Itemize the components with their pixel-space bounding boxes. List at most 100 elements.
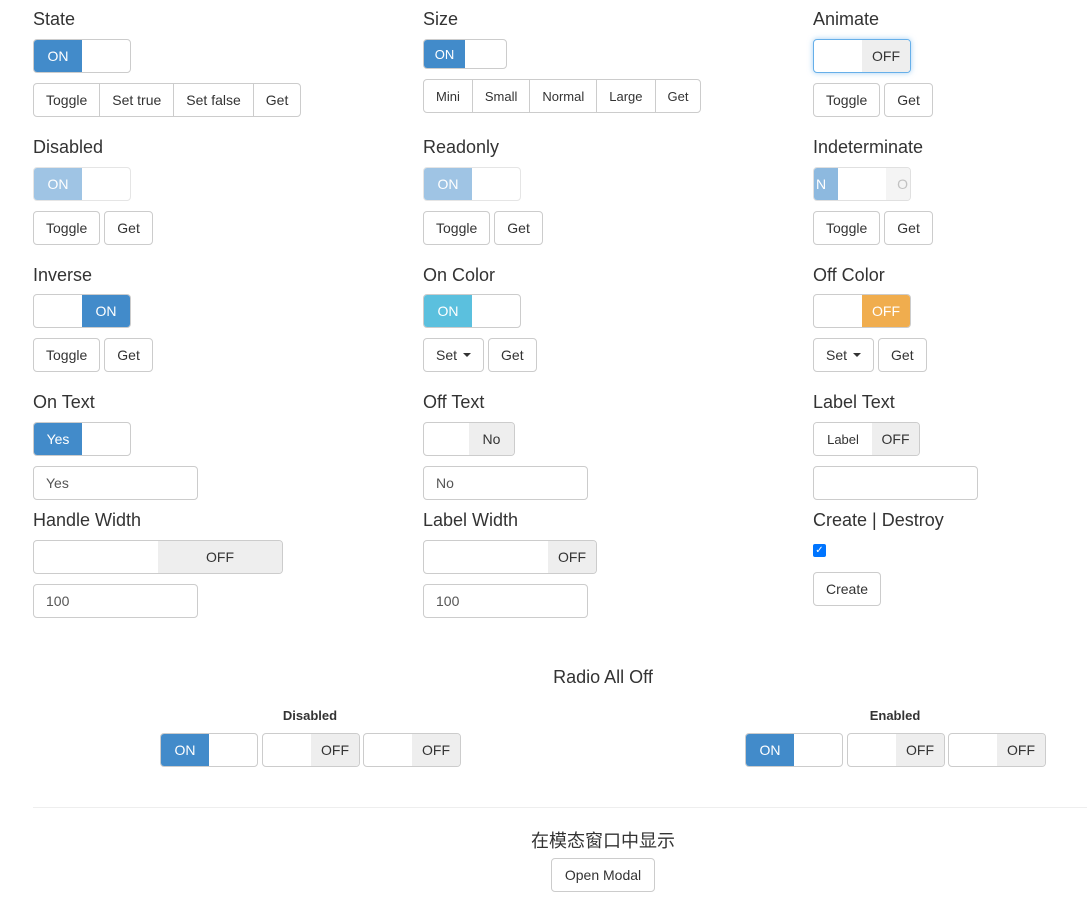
switch-handle — [949, 734, 997, 766]
switch-handle — [472, 168, 520, 200]
radio-enabled-switch-3[interactable]: OFF — [948, 733, 1046, 767]
section-disabled: Disabled — [33, 136, 103, 158]
caret-down-icon — [853, 353, 862, 357]
handle-width-switch[interactable]: OFF — [33, 540, 283, 574]
switch-handle — [465, 40, 506, 68]
switch-handle — [838, 168, 886, 200]
get-button[interactable]: Get — [104, 338, 153, 372]
create-button[interactable]: Create — [813, 572, 882, 606]
section-title: Readonly — [423, 137, 500, 157]
set-false-button[interactable]: Set false — [173, 83, 254, 117]
set-dropdown-button[interactable]: Set — [423, 338, 485, 372]
animate-switch[interactable]: OFF — [813, 39, 911, 73]
toggle-button[interactable]: Toggle — [33, 211, 101, 245]
get-button[interactable]: Get — [884, 83, 933, 117]
label-text-input[interactable] — [813, 466, 978, 500]
on-color-switch[interactable]: ON — [423, 294, 521, 328]
switch-handle — [472, 295, 520, 327]
label-width-input[interactable]: 100 — [423, 584, 588, 618]
section-title: Label Text — [813, 392, 895, 412]
section-on-text: On Text — [33, 391, 95, 413]
section-handle-width: Handle Width — [33, 509, 141, 531]
section-title: Size — [423, 9, 459, 29]
small-button[interactable]: Small — [471, 79, 531, 113]
section-title: Handle Width — [33, 510, 142, 530]
on-text-switch[interactable]: Yes — [33, 422, 131, 456]
set-dropdown-button[interactable]: Set — [813, 338, 875, 372]
section-off-color: Off Color — [813, 264, 885, 286]
state-switch[interactable]: ON — [33, 39, 131, 73]
get-button[interactable]: Get — [488, 338, 537, 372]
radio-disabled-switch-3[interactable]: OFF — [363, 733, 461, 767]
switch-handle — [814, 40, 862, 72]
label-text-switch[interactable]: Label OFF — [813, 422, 920, 456]
mini-button[interactable]: Mini — [423, 79, 473, 113]
section-off-text: Off Text — [423, 391, 484, 413]
switch-on-label: ON — [34, 40, 82, 72]
toggle-button[interactable]: Toggle — [423, 211, 491, 245]
section-title: State — [33, 9, 76, 29]
switch-handle — [424, 541, 548, 573]
off-text-input[interactable]: No — [423, 466, 588, 500]
section-size: Size — [423, 8, 458, 30]
switch-off-label: OFF — [862, 40, 910, 72]
switch-label: Label — [814, 423, 872, 455]
switch-handle — [263, 734, 311, 766]
switch-handle — [848, 734, 896, 766]
radio-enabled-switch-1[interactable]: ON — [745, 733, 843, 767]
set-label: Set — [436, 347, 458, 363]
switch-off-label: OFF — [862, 295, 910, 327]
readonly-button-group: Toggle Get — [423, 211, 547, 245]
switch-handle — [424, 423, 469, 455]
switch-on-label: ON — [424, 168, 472, 200]
open-modal-button[interactable]: Open Modal — [551, 858, 655, 892]
set-true-button[interactable]: Set true — [99, 83, 175, 117]
radio-enabled-switch-2[interactable]: OFF — [847, 733, 945, 767]
inverse-button-group: Toggle Get — [33, 338, 157, 372]
section-indeterminate: Indeterminate — [813, 136, 923, 158]
size-switch[interactable]: ON — [423, 39, 507, 69]
switch-off-label: OFF — [548, 541, 596, 573]
section-title: Label Width — [423, 510, 519, 530]
disabled-switch: ON — [33, 167, 131, 201]
switch-on-label: ON — [161, 734, 209, 766]
switch-handle — [34, 295, 82, 327]
section-on-color: On Color — [423, 264, 495, 286]
get-button[interactable]: Get — [654, 79, 702, 113]
section-inverse: Inverse — [33, 264, 92, 286]
switch-off-label: OFF — [412, 734, 460, 766]
normal-button[interactable]: Normal — [529, 79, 598, 113]
section-title: On Color — [423, 265, 496, 285]
caret-down-icon — [463, 353, 472, 357]
readonly-switch: ON — [423, 167, 521, 201]
off-text-switch[interactable]: No — [423, 422, 515, 456]
get-button[interactable]: Get — [252, 83, 302, 117]
get-button[interactable]: Get — [878, 338, 927, 372]
off-color-button-group: Set Get — [813, 338, 931, 372]
switch-handle — [82, 168, 130, 200]
get-button[interactable]: Get — [494, 211, 543, 245]
switch-off-label: OFF — [997, 734, 1045, 766]
get-button[interactable]: Get — [104, 211, 153, 245]
create-destroy-checkbox[interactable]: ✓ — [813, 544, 826, 557]
large-button[interactable]: Large — [596, 79, 656, 113]
create-destroy-button-group: Create — [813, 572, 885, 606]
inverse-switch[interactable]: ON — [33, 294, 131, 328]
on-text-input[interactable]: Yes — [33, 466, 198, 500]
label-width-switch[interactable]: OFF — [423, 540, 597, 574]
handle-width-input[interactable]: 100 — [33, 584, 198, 618]
toggle-button[interactable]: Toggle — [33, 83, 101, 117]
toggle-button[interactable]: Toggle — [813, 83, 881, 117]
disabled-group-label: Disabled — [282, 708, 338, 723]
toggle-button[interactable]: Toggle — [33, 338, 101, 372]
off-color-switch[interactable]: OFF — [813, 294, 911, 328]
toggle-button[interactable]: Toggle — [813, 211, 881, 245]
switch-handle — [82, 423, 130, 455]
section-readonly: Readonly — [423, 136, 499, 158]
indeterminate-switch[interactable]: N O — [813, 167, 911, 201]
get-button[interactable]: Get — [884, 211, 933, 245]
radio-disabled-switch-1[interactable]: ON — [160, 733, 258, 767]
on-color-button-group: Set Get — [423, 338, 541, 372]
section-title: Create | Destroy — [813, 510, 944, 530]
radio-disabled-switch-2[interactable]: OFF — [262, 733, 360, 767]
